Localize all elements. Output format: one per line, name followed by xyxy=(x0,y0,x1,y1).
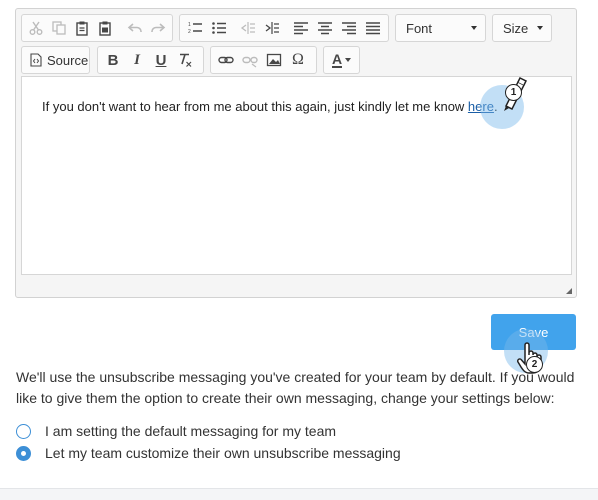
cut-icon[interactable] xyxy=(26,17,47,39)
basic-styles-group: B I U xyxy=(97,46,204,74)
image-icon[interactable] xyxy=(263,49,285,71)
size-dropdown-label: Size xyxy=(503,20,529,36)
justify-icon[interactable] xyxy=(362,17,384,39)
numbered-list-icon[interactable]: 12 xyxy=(184,17,206,39)
insert-group: Ω xyxy=(210,46,317,74)
step-badge-1: 1 xyxy=(505,84,522,101)
chevron-down-icon xyxy=(345,58,352,62)
align-right-icon[interactable] xyxy=(338,17,360,39)
align-left-icon[interactable] xyxy=(290,17,312,39)
svg-text:2: 2 xyxy=(188,29,191,35)
unlink-icon[interactable] xyxy=(239,49,261,71)
chevron-down-icon xyxy=(471,26,477,30)
indent-icon[interactable] xyxy=(261,17,283,39)
size-dropdown[interactable]: Size xyxy=(492,14,552,42)
special-char-icon[interactable]: Ω xyxy=(287,49,309,71)
italic-icon[interactable]: I xyxy=(126,49,148,71)
resize-handle[interactable] xyxy=(566,288,572,294)
font-dropdown-label: Font xyxy=(406,20,433,36)
radio-option-default[interactable]: I am setting the default messaging for m… xyxy=(16,423,336,439)
remove-format-icon[interactable] xyxy=(174,49,196,71)
source-button[interactable]: Source xyxy=(25,49,92,71)
chevron-down-icon xyxy=(537,26,543,30)
unsubscribe-info-text: We'll use the unsubscribe messaging you'… xyxy=(16,369,575,406)
bold-icon[interactable]: B xyxy=(102,49,124,71)
rich-text-editor: 12 Font Size Source B I U Ω A If you don… xyxy=(15,8,577,298)
source-button-label: Source xyxy=(47,52,89,68)
document-group: Source xyxy=(21,46,90,74)
paste-icon[interactable] xyxy=(72,17,93,39)
bulleted-list-icon[interactable] xyxy=(208,17,230,39)
paragraph-group: 12 xyxy=(179,14,389,42)
unsubscribe-settings-panel: 12 Font Size Source B I U Ω A If you don… xyxy=(0,0,598,489)
font-dropdown[interactable]: Font xyxy=(395,14,486,42)
svg-text:1: 1 xyxy=(188,22,191,28)
undo-icon[interactable] xyxy=(124,17,145,39)
colors-group: A xyxy=(323,46,360,74)
underline-icon[interactable]: U xyxy=(150,49,172,71)
align-center-icon[interactable] xyxy=(314,17,336,39)
text-color-icon[interactable]: A xyxy=(328,49,355,71)
redo-icon[interactable] xyxy=(147,17,168,39)
radio-option-customize[interactable]: Let my team customize their own unsubscr… xyxy=(16,445,401,461)
link-icon[interactable] xyxy=(215,49,237,71)
source-icon xyxy=(30,53,42,67)
radio-label-customize: Let my team customize their own unsubscr… xyxy=(45,445,401,461)
text-color-glyph: A xyxy=(332,51,343,68)
radio-button-customize[interactable] xyxy=(16,445,31,461)
outdent-icon[interactable] xyxy=(237,17,259,39)
paste-from-word-icon[interactable] xyxy=(94,17,115,39)
editor-text: If you don't want to hear from me about … xyxy=(42,99,468,114)
clipboard-group xyxy=(21,14,173,42)
radio-button-default[interactable] xyxy=(16,423,31,439)
radio-label-default: I am setting the default messaging for m… xyxy=(45,423,337,439)
editor-paragraph: If you don't want to hear from me about … xyxy=(42,99,498,114)
copy-icon[interactable] xyxy=(49,17,70,39)
